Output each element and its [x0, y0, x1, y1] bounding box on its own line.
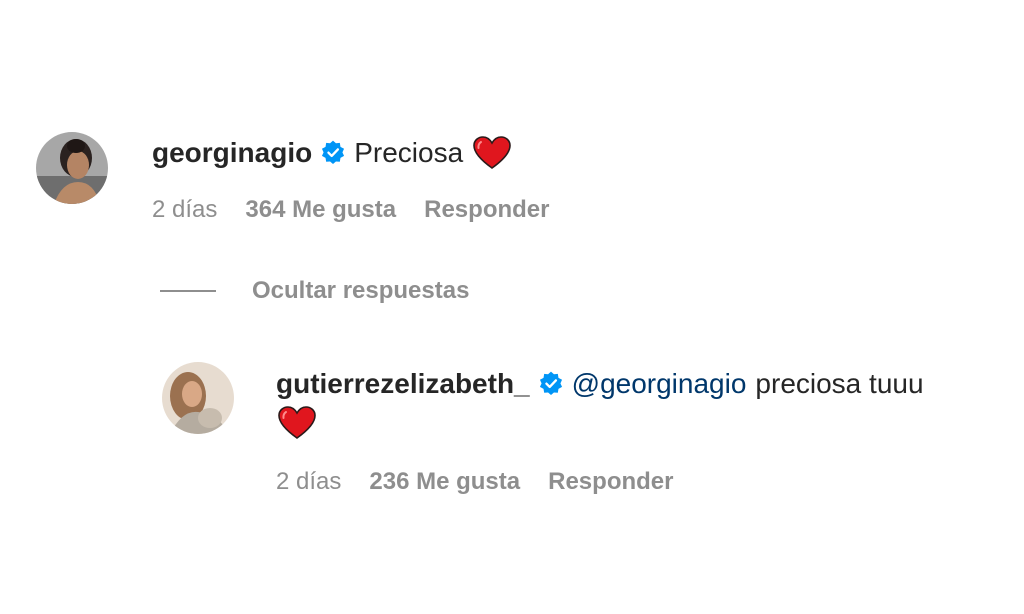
reply-timestamp[interactable]: 2 días: [276, 468, 341, 496]
comment-timestamp[interactable]: 2 días: [152, 196, 217, 224]
reply-username[interactable]: gutierrezelizabeth_: [276, 368, 530, 400]
reply-text-row: gutierrezelizabeth_ @georginagio precios…: [276, 368, 924, 400]
comment-text-row: georginagio Preciosa: [152, 136, 511, 170]
replies-divider-line: [160, 290, 216, 292]
comment-body: Preciosa: [354, 137, 464, 168]
reply-button[interactable]: Responder: [424, 196, 549, 224]
verified-badge-icon: [320, 140, 346, 166]
hide-replies-label: Ocultar respuestas: [252, 277, 470, 304]
reply-button[interactable]: Responder: [548, 468, 673, 496]
hide-replies-button[interactable]: Ocultar respuestas: [160, 277, 469, 305]
verified-badge-icon: [538, 371, 564, 397]
reply-mention-link[interactable]: @georginagio: [572, 368, 747, 400]
avatar[interactable]: [162, 362, 234, 434]
red-heart-icon: [473, 136, 511, 170]
reply-meta: 2 días 236 Me gusta Responder: [276, 468, 673, 496]
reply-body: preciosa tuuu: [755, 368, 924, 399]
comment-like-count[interactable]: 364 Me gusta: [245, 196, 396, 224]
avatar[interactable]: [36, 132, 108, 204]
comment-username[interactable]: georginagio: [152, 137, 312, 169]
reply-like-count[interactable]: 236 Me gusta: [369, 468, 520, 496]
comment-meta: 2 días 364 Me gusta Responder: [152, 196, 549, 224]
red-heart-icon: [278, 406, 316, 440]
